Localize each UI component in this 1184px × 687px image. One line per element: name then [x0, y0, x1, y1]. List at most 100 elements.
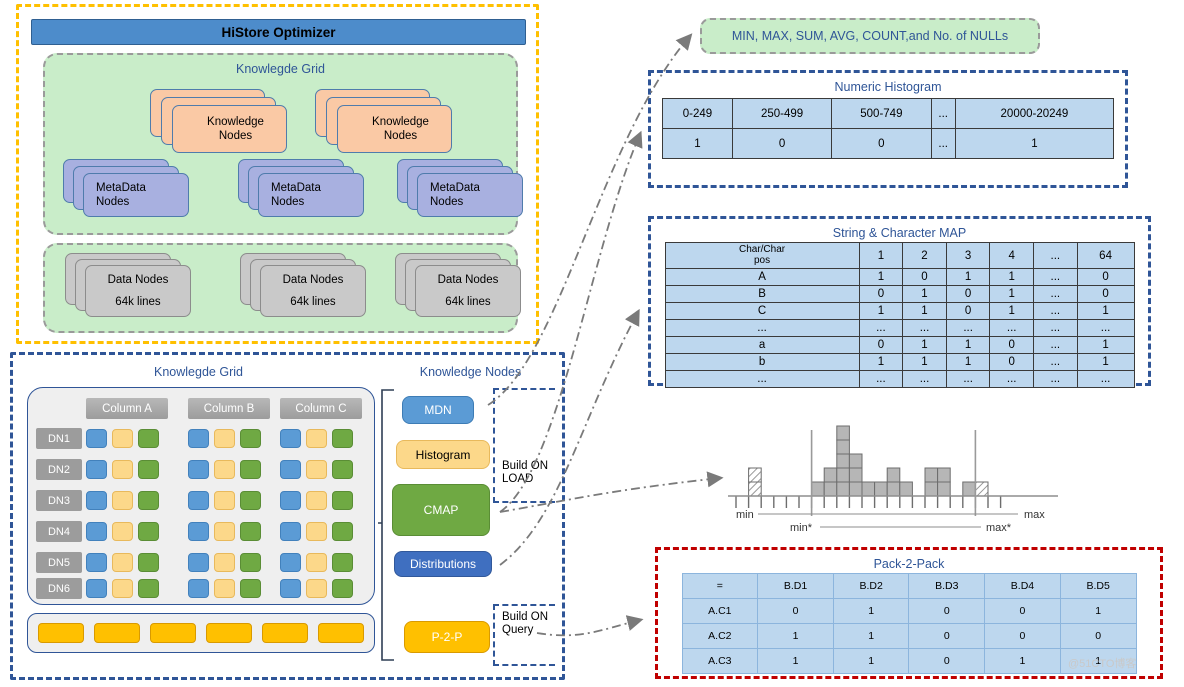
- knowledge-grid-region: Knowlegde Grid Knowledge Nodes Knowledge…: [43, 53, 523, 235]
- table-cell: 1: [858, 268, 904, 286]
- table-cell: 1: [902, 302, 947, 320]
- grid-cell: [86, 460, 107, 479]
- metadata-nodes-stack: MetaData Nodes: [397, 159, 547, 229]
- table-cell: ...: [858, 319, 904, 337]
- grid-cell: [280, 522, 301, 541]
- table-cell: 0: [908, 648, 986, 674]
- grid-cell: [214, 429, 235, 448]
- pack-bar: [318, 623, 364, 643]
- knowledge-nodes-subtitle: Knowledge Nodes: [419, 365, 522, 379]
- table-cell: 0: [858, 336, 904, 354]
- grid-cell: [280, 579, 301, 598]
- table-cell: 1: [757, 648, 834, 674]
- table-cell: ...: [1076, 319, 1135, 337]
- table-cell: 1: [1076, 336, 1135, 354]
- table-cell: 0: [984, 598, 1061, 624]
- table-cell: 0: [831, 128, 932, 159]
- table-row: A.C1 0 1 0 0 1: [681, 598, 1137, 624]
- kn-box-histogram[interactable]: Histogram: [396, 440, 490, 469]
- kn-box-p2p[interactable]: P-2-P: [404, 621, 490, 653]
- column-header-c: Column C: [280, 398, 362, 419]
- table-cell: 0: [757, 598, 834, 624]
- grid-cell: [138, 579, 159, 598]
- histogram-bar-segment: [748, 467, 762, 483]
- table-cell: 3: [945, 242, 991, 269]
- metadata-nodes-stack: MetaData Nodes: [63, 159, 213, 229]
- histore-optimizer-bar: HiStore Optimizer: [31, 19, 526, 45]
- table-row: .....................: [664, 319, 1135, 337]
- grid-cell: [306, 522, 327, 541]
- row-label-dn2: DN2: [36, 459, 82, 480]
- axis-label: max*: [986, 522, 1012, 534]
- data-node-grid: Column A Column B Column C DN1 DN2 DN3 D…: [27, 387, 375, 605]
- table-cell: 1: [954, 128, 1115, 159]
- table-cell: ...: [945, 370, 991, 388]
- grid-cell: [214, 579, 235, 598]
- table-cell: 500-749: [831, 98, 932, 129]
- grid-cell: [112, 429, 133, 448]
- histogram-bar-segment: [962, 481, 976, 497]
- table-cell: ...: [1033, 285, 1078, 303]
- grid-cell: [86, 579, 107, 598]
- table-cell: 1: [984, 648, 1061, 674]
- node-label-line1: Knowledge: [372, 115, 429, 128]
- node-label-line1: Data Nodes: [107, 274, 169, 287]
- histogram-bar-segment: [836, 439, 850, 455]
- table-cell: 1: [1059, 598, 1137, 624]
- table-row: b 1 1 1 0... 1: [664, 353, 1135, 371]
- table-cell: ...: [945, 319, 991, 337]
- kn-box-cmap[interactable]: CMAP: [392, 484, 490, 536]
- pack-bar: [262, 623, 308, 643]
- table-cell: ...: [989, 319, 1035, 337]
- histogram-bar-segment: [748, 481, 762, 497]
- kn-box-mdn[interactable]: MDN: [402, 396, 474, 424]
- table-cell: 0: [1076, 285, 1135, 303]
- data-nodes-region: Data Nodes 64k lines Data Nodes 64k line…: [43, 243, 521, 333]
- grid-cell: [86, 491, 107, 510]
- histogram-bar-segment: [937, 481, 951, 497]
- table-cell: 1: [989, 285, 1035, 303]
- grid-cell: [280, 460, 301, 479]
- table-cell: 0: [908, 598, 986, 624]
- table-cell: B.D1: [757, 573, 834, 599]
- grid-cell: [280, 491, 301, 510]
- table-row: A 1 0 1 1... 0: [664, 268, 1135, 286]
- grid-cell: [214, 491, 235, 510]
- axis-label: max: [1024, 509, 1045, 521]
- node-label-line2: Nodes: [96, 196, 130, 208]
- grid-cell: [240, 522, 261, 541]
- histore-architecture-panel: HiStore Optimizer Knowlegde Grid Knowled…: [16, 4, 539, 344]
- table-cell: 1: [945, 336, 991, 354]
- table-cell: 1: [757, 623, 834, 649]
- table-cell: A: [664, 268, 860, 286]
- numeric-histogram-title: Numeric Histogram: [834, 80, 942, 94]
- row-label-dn6: DN6: [36, 578, 82, 599]
- table-cell: ...: [1033, 370, 1078, 388]
- table-cell: ...: [930, 98, 956, 129]
- grid-cell: [188, 429, 209, 448]
- kn-box-distributions[interactable]: Distributions: [394, 551, 492, 577]
- grid-cell: [138, 460, 159, 479]
- table-cell: C: [664, 302, 860, 320]
- grid-cell: [112, 460, 133, 479]
- grid-cell: [138, 491, 159, 510]
- numeric-histogram-table: 0-249 250-499 500-749... 20000-20249 1 0 0... 1: [662, 98, 1115, 159]
- row-label-dn4: DN4: [36, 521, 82, 542]
- grid-cell: [280, 553, 301, 572]
- table-row: A.C2 1 1 0 0 0: [681, 623, 1137, 649]
- table-cell: 64: [1076, 242, 1135, 269]
- aggregates-box: MIN, MAX, SUM, AVG, COUNT,and No. of NUL…: [700, 18, 1040, 54]
- grid-cell: [306, 579, 327, 598]
- node-label-line1: Data Nodes: [437, 274, 499, 287]
- histogram-bar-segment: [836, 467, 850, 483]
- grid-cell: [240, 579, 261, 598]
- node-label-line2: 64k lines: [115, 295, 161, 308]
- table-cell: 0: [989, 353, 1035, 371]
- histogram-bar-segment: [811, 481, 825, 497]
- grid-cell: [112, 491, 133, 510]
- grid-cell: [138, 522, 159, 541]
- table-cell: A.C3: [681, 648, 759, 674]
- grid-cell: [240, 491, 261, 510]
- table-row: 1 0 0... 1: [662, 128, 1115, 159]
- table-cell: b: [664, 353, 860, 371]
